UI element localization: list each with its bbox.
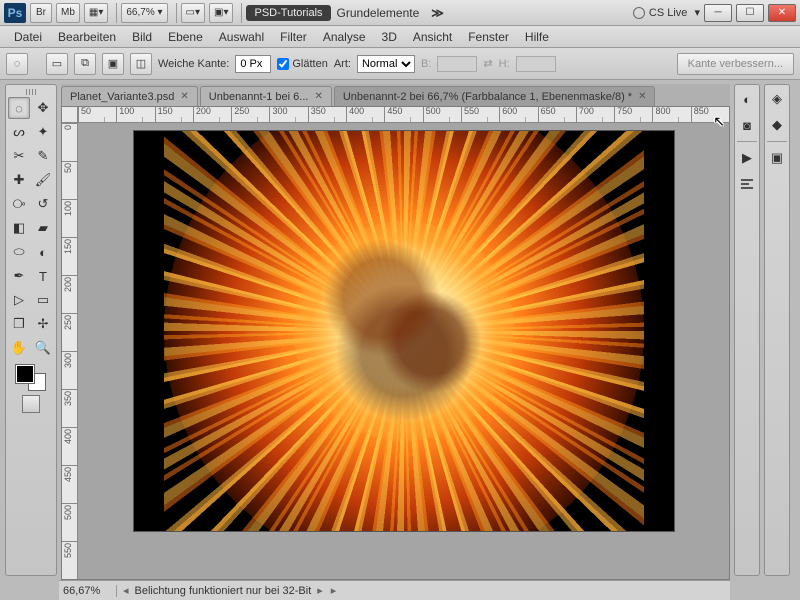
marquee-tool-icon[interactable]: ◌ xyxy=(8,97,30,119)
width-input xyxy=(437,56,477,72)
doc-tab[interactable]: Unbenannt-2 bei 66,7% (Farbbalance 1, Eb… xyxy=(334,86,656,106)
selection-add-icon[interactable]: ⧉ xyxy=(74,53,96,75)
selection-subtract-icon[interactable]: ▣ xyxy=(102,53,124,75)
window-minimize-button[interactable]: ─ xyxy=(704,4,732,22)
title-bar: Ps Br Mb ▦▾ 66,7% ▾ ▭▾ ▣▾ PSD-Tutorials … xyxy=(0,0,800,26)
window-maximize-button[interactable]: ☐ xyxy=(736,4,764,22)
canvas-viewport[interactable] xyxy=(78,123,729,579)
selection-new-icon[interactable]: ▭ xyxy=(46,53,68,75)
status-next-icon[interactable]: ▸ xyxy=(317,584,323,597)
blur-tool-icon[interactable]: ⬭ xyxy=(8,241,30,263)
foreground-swatch[interactable] xyxy=(16,365,34,383)
status-prev-icon[interactable]: ◂ xyxy=(123,584,129,597)
close-tab-icon[interactable]: ✕ xyxy=(180,91,188,102)
artwork-explosion xyxy=(164,131,644,531)
arrange-button[interactable]: ▭▾ xyxy=(181,3,205,23)
color-swatches[interactable] xyxy=(14,363,48,393)
panel-grip-icon[interactable] xyxy=(16,89,46,95)
menu-bild[interactable]: Bild xyxy=(124,28,160,46)
crop-tool-icon[interactable]: ✂ xyxy=(8,145,30,167)
document-tabs: Planet_Variante3.psd✕ Unbenannt-1 bei 6.… xyxy=(61,84,730,106)
workspace-tab[interactable]: PSD-Tutorials xyxy=(246,5,330,21)
channels-panel-icon[interactable]: ◆ xyxy=(767,115,787,135)
status-menu-icon[interactable]: ▸ xyxy=(331,584,337,597)
status-message: Belichtung funktioniert nur bei 32-Bit xyxy=(135,585,312,597)
menu-ansicht[interactable]: Ansicht xyxy=(405,28,460,46)
gradient-tool-icon[interactable]: ▰ xyxy=(32,217,54,239)
zoom-level-button[interactable]: 66,7% ▾ xyxy=(121,3,167,23)
antialias-checkbox[interactable]: Glätten xyxy=(277,58,327,70)
style-select[interactable]: Normal xyxy=(357,55,415,73)
healing-tool-icon[interactable]: ✚ xyxy=(8,169,30,191)
camera-panel-icon[interactable]: ◙ xyxy=(737,115,757,135)
right-panels: ◐ ◙ ▶ ◈ ◆ ▣ xyxy=(734,84,794,576)
history-brush-tool-icon[interactable]: ↺ xyxy=(32,193,54,215)
swap-wh-icon: ⇄ xyxy=(483,57,492,70)
paragraph-panel-icon[interactable] xyxy=(737,174,757,194)
app-icon: Ps xyxy=(4,3,26,23)
pen-tool-icon[interactable]: ✒ xyxy=(8,265,30,287)
status-zoom[interactable]: 66,67% xyxy=(63,585,117,597)
width-label: B: xyxy=(421,58,431,70)
workspace-name[interactable]: Grundelemente xyxy=(331,6,426,20)
style-label: Art: xyxy=(334,58,351,70)
3d-tool-icon[interactable]: ❒ xyxy=(8,313,30,335)
more-workspaces-icon[interactable]: ≫ xyxy=(425,6,450,20)
menu-bar: Datei Bearbeiten Bild Ebene Auswahl Filt… xyxy=(0,26,800,48)
adjustments-panel-icon[interactable]: ◐ xyxy=(737,89,757,109)
path-select-tool-icon[interactable]: ▷ xyxy=(8,289,30,311)
layers-panel-icon[interactable]: ◈ xyxy=(767,89,787,109)
3dcamera-tool-icon[interactable]: ✢ xyxy=(32,313,54,335)
feather-label: Weiche Kante: xyxy=(158,58,229,70)
menu-filter[interactable]: Filter xyxy=(272,28,315,46)
menu-fenster[interactable]: Fenster xyxy=(460,28,517,46)
height-input xyxy=(516,56,556,72)
feather-input[interactable] xyxy=(235,55,271,73)
zoom-tool-icon[interactable]: 🔍 xyxy=(32,337,54,359)
cslive-icon[interactable]: CS Live ▾ xyxy=(633,6,700,19)
doc-tab[interactable]: Planet_Variante3.psd✕ xyxy=(61,86,198,106)
quickselect-tool-icon[interactable]: ✦ xyxy=(32,121,54,143)
dodge-tool-icon[interactable]: ◐ xyxy=(32,241,54,263)
tool-preset-icon[interactable]: ◌ xyxy=(6,53,28,75)
ruler-vertical[interactable]: 050100150200250300350400450500550 xyxy=(62,123,78,579)
navigator-panel-icon[interactable]: ▣ xyxy=(767,148,787,168)
eyedropper-tool-icon[interactable]: ✎ xyxy=(32,145,54,167)
quickmask-button[interactable] xyxy=(22,395,40,413)
brush-tool-icon[interactable]: 🖌 xyxy=(32,169,54,191)
window-close-button[interactable]: ✕ xyxy=(768,4,796,22)
menu-analyse[interactable]: Analyse xyxy=(315,28,374,46)
menu-auswahl[interactable]: Auswahl xyxy=(211,28,272,46)
canvas[interactable] xyxy=(134,131,674,531)
close-tab-icon[interactable]: ✕ xyxy=(638,91,646,102)
tools-panel: ◌ ✥ ᔕ ✦ ✂ ✎ ✚ 🖌 ⧂ ↺ ◧ ▰ ⬭ ◐ ✒ T ▷ ▭ ❒ ✢ … xyxy=(5,84,57,576)
lasso-tool-icon[interactable]: ᔕ xyxy=(8,121,30,143)
shape-tool-icon[interactable]: ▭ xyxy=(32,289,54,311)
menu-hilfe[interactable]: Hilfe xyxy=(517,28,557,46)
ruler-origin[interactable] xyxy=(62,107,78,123)
hand-tool-icon[interactable]: ✋ xyxy=(8,337,30,359)
type-tool-icon[interactable]: T xyxy=(32,265,54,287)
close-tab-icon[interactable]: ✕ xyxy=(314,91,322,102)
ruler-horizontal[interactable]: 5010015020025030035040045050055060065070… xyxy=(78,107,729,123)
menu-ebene[interactable]: Ebene xyxy=(160,28,211,46)
view-extras-button[interactable]: ▦▾ xyxy=(84,3,108,23)
eraser-tool-icon[interactable]: ◧ xyxy=(8,217,30,239)
minibridge-button[interactable]: Mb xyxy=(56,3,80,23)
actions-panel-icon[interactable]: ▶ xyxy=(737,148,757,168)
stamp-tool-icon[interactable]: ⧂ xyxy=(8,193,30,215)
bridge-button[interactable]: Br xyxy=(30,3,52,23)
selection-intersect-icon[interactable]: ◫ xyxy=(130,53,152,75)
menu-datei[interactable]: Datei xyxy=(6,28,50,46)
doc-tab[interactable]: Unbenannt-1 bei 6...✕ xyxy=(200,86,332,106)
menu-3d[interactable]: 3D xyxy=(374,28,405,46)
refine-edge-button[interactable]: Kante verbessern... xyxy=(677,53,794,75)
menu-bearbeiten[interactable]: Bearbeiten xyxy=(50,28,124,46)
status-bar: 66,67% ◂ Belichtung funktioniert nur bei… xyxy=(59,580,730,600)
screenmode-button[interactable]: ▣▾ xyxy=(209,3,233,23)
document-area: Planet_Variante3.psd✕ Unbenannt-1 bei 6.… xyxy=(61,84,730,580)
move-tool-icon[interactable]: ✥ xyxy=(32,97,54,119)
options-bar: ◌ ▭ ⧉ ▣ ◫ Weiche Kante: Glätten Art: Nor… xyxy=(0,48,800,80)
height-label: H: xyxy=(499,58,510,70)
